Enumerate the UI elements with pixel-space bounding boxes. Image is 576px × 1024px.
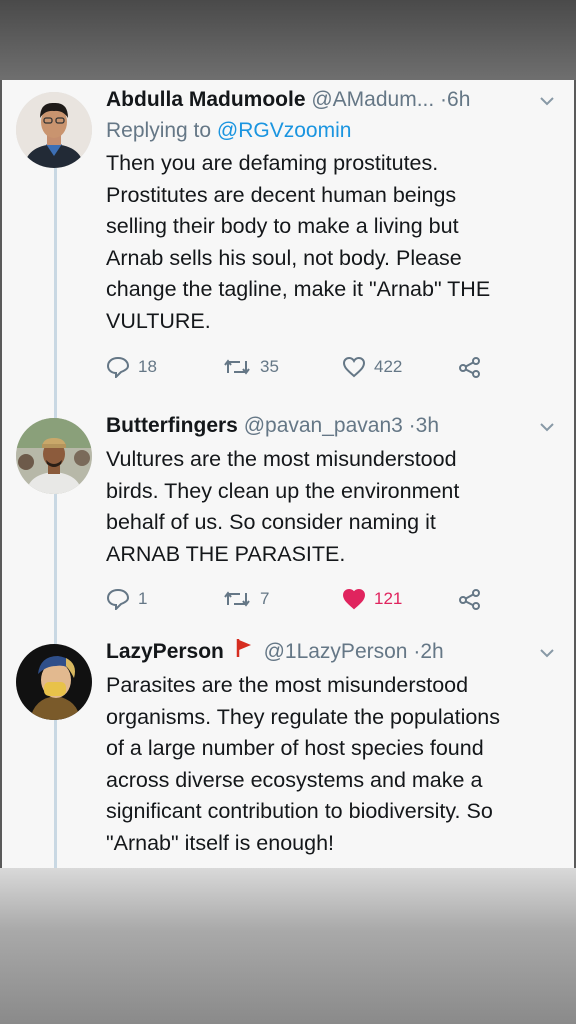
retweet-icon [224, 591, 250, 608]
display-name[interactable]: LazyPerson [106, 640, 224, 663]
retweet-button[interactable]: 35 [222, 352, 279, 382]
display-name[interactable]: Butterfingers [106, 414, 238, 437]
reply-button[interactable]: 18 [106, 352, 157, 382]
avatar[interactable] [16, 92, 92, 168]
reply-icon [106, 356, 130, 378]
replying-to: Replying to @RGVzoomin [106, 116, 562, 146]
timestamp[interactable]: 2h [420, 640, 443, 663]
timestamp[interactable]: 3h [416, 414, 439, 437]
reply-button[interactable]: 1 [106, 584, 147, 614]
share-icon [459, 589, 480, 611]
avatar[interactable] [16, 644, 92, 720]
heart-icon [342, 356, 366, 377]
separator-dot: · [408, 414, 416, 437]
display-name[interactable]: Abdulla Madumoole [106, 88, 306, 111]
tweet-header: LazyPerson @1LazyPerson ·2h [106, 636, 562, 668]
retweet-count: 7 [260, 589, 270, 609]
chevron-down-icon[interactable] [540, 412, 554, 444]
separator-dot: · [440, 88, 448, 111]
avatar[interactable] [16, 418, 92, 494]
tweet-text: Vultures are the most misunderstood bird… [106, 447, 460, 566]
replying-to-label: Replying to [106, 119, 212, 142]
chevron-down-icon[interactable] [540, 86, 554, 118]
tweet-header: Butterfingers @pavan_pavan3 ·3h [106, 410, 562, 442]
heart-icon [342, 589, 366, 610]
tweet-actions: 1 7 121 [106, 584, 562, 624]
user-handle[interactable]: @AMadum... [311, 88, 434, 111]
red-flag-icon [236, 636, 252, 668]
reply-count: 18 [138, 356, 157, 376]
thread-card: Abdulla Madumoole @AMadum... ·6h Replyin… [2, 80, 574, 868]
like-button[interactable]: 121 [342, 584, 402, 614]
retweet-icon [224, 358, 250, 375]
thread-line [54, 168, 57, 868]
share-icon [459, 356, 480, 378]
bottom-overlay [0, 868, 576, 1024]
user-handle[interactable]: @1LazyPerson [264, 640, 408, 663]
user-handle[interactable]: @pavan_pavan3 [244, 414, 403, 437]
tweet-actions: 18 35 422 [106, 352, 562, 392]
like-count: 422 [374, 356, 403, 376]
retweet-count: 35 [260, 356, 279, 376]
chevron-down-icon[interactable] [540, 638, 554, 670]
retweet-button[interactable]: 7 [222, 584, 269, 614]
reply-icon [106, 589, 130, 611]
replying-to-handle[interactable]: @RGVzoomin [217, 119, 352, 142]
tweet-text: Parasites are the most misunderstood org… [106, 673, 501, 855]
top-overlay [0, 0, 576, 80]
timestamp[interactable]: 6h [447, 88, 470, 111]
like-count: 121 [374, 589, 403, 609]
tweet-text: Then you are defaming prostitutes. Prost… [106, 151, 491, 333]
like-button[interactable]: 422 [342, 352, 402, 382]
share-button[interactable] [458, 352, 490, 382]
reply-count: 1 [138, 589, 148, 609]
share-button[interactable] [458, 584, 490, 614]
tweet-header: Abdulla Madumoole @AMadum... ·6h [106, 84, 562, 116]
